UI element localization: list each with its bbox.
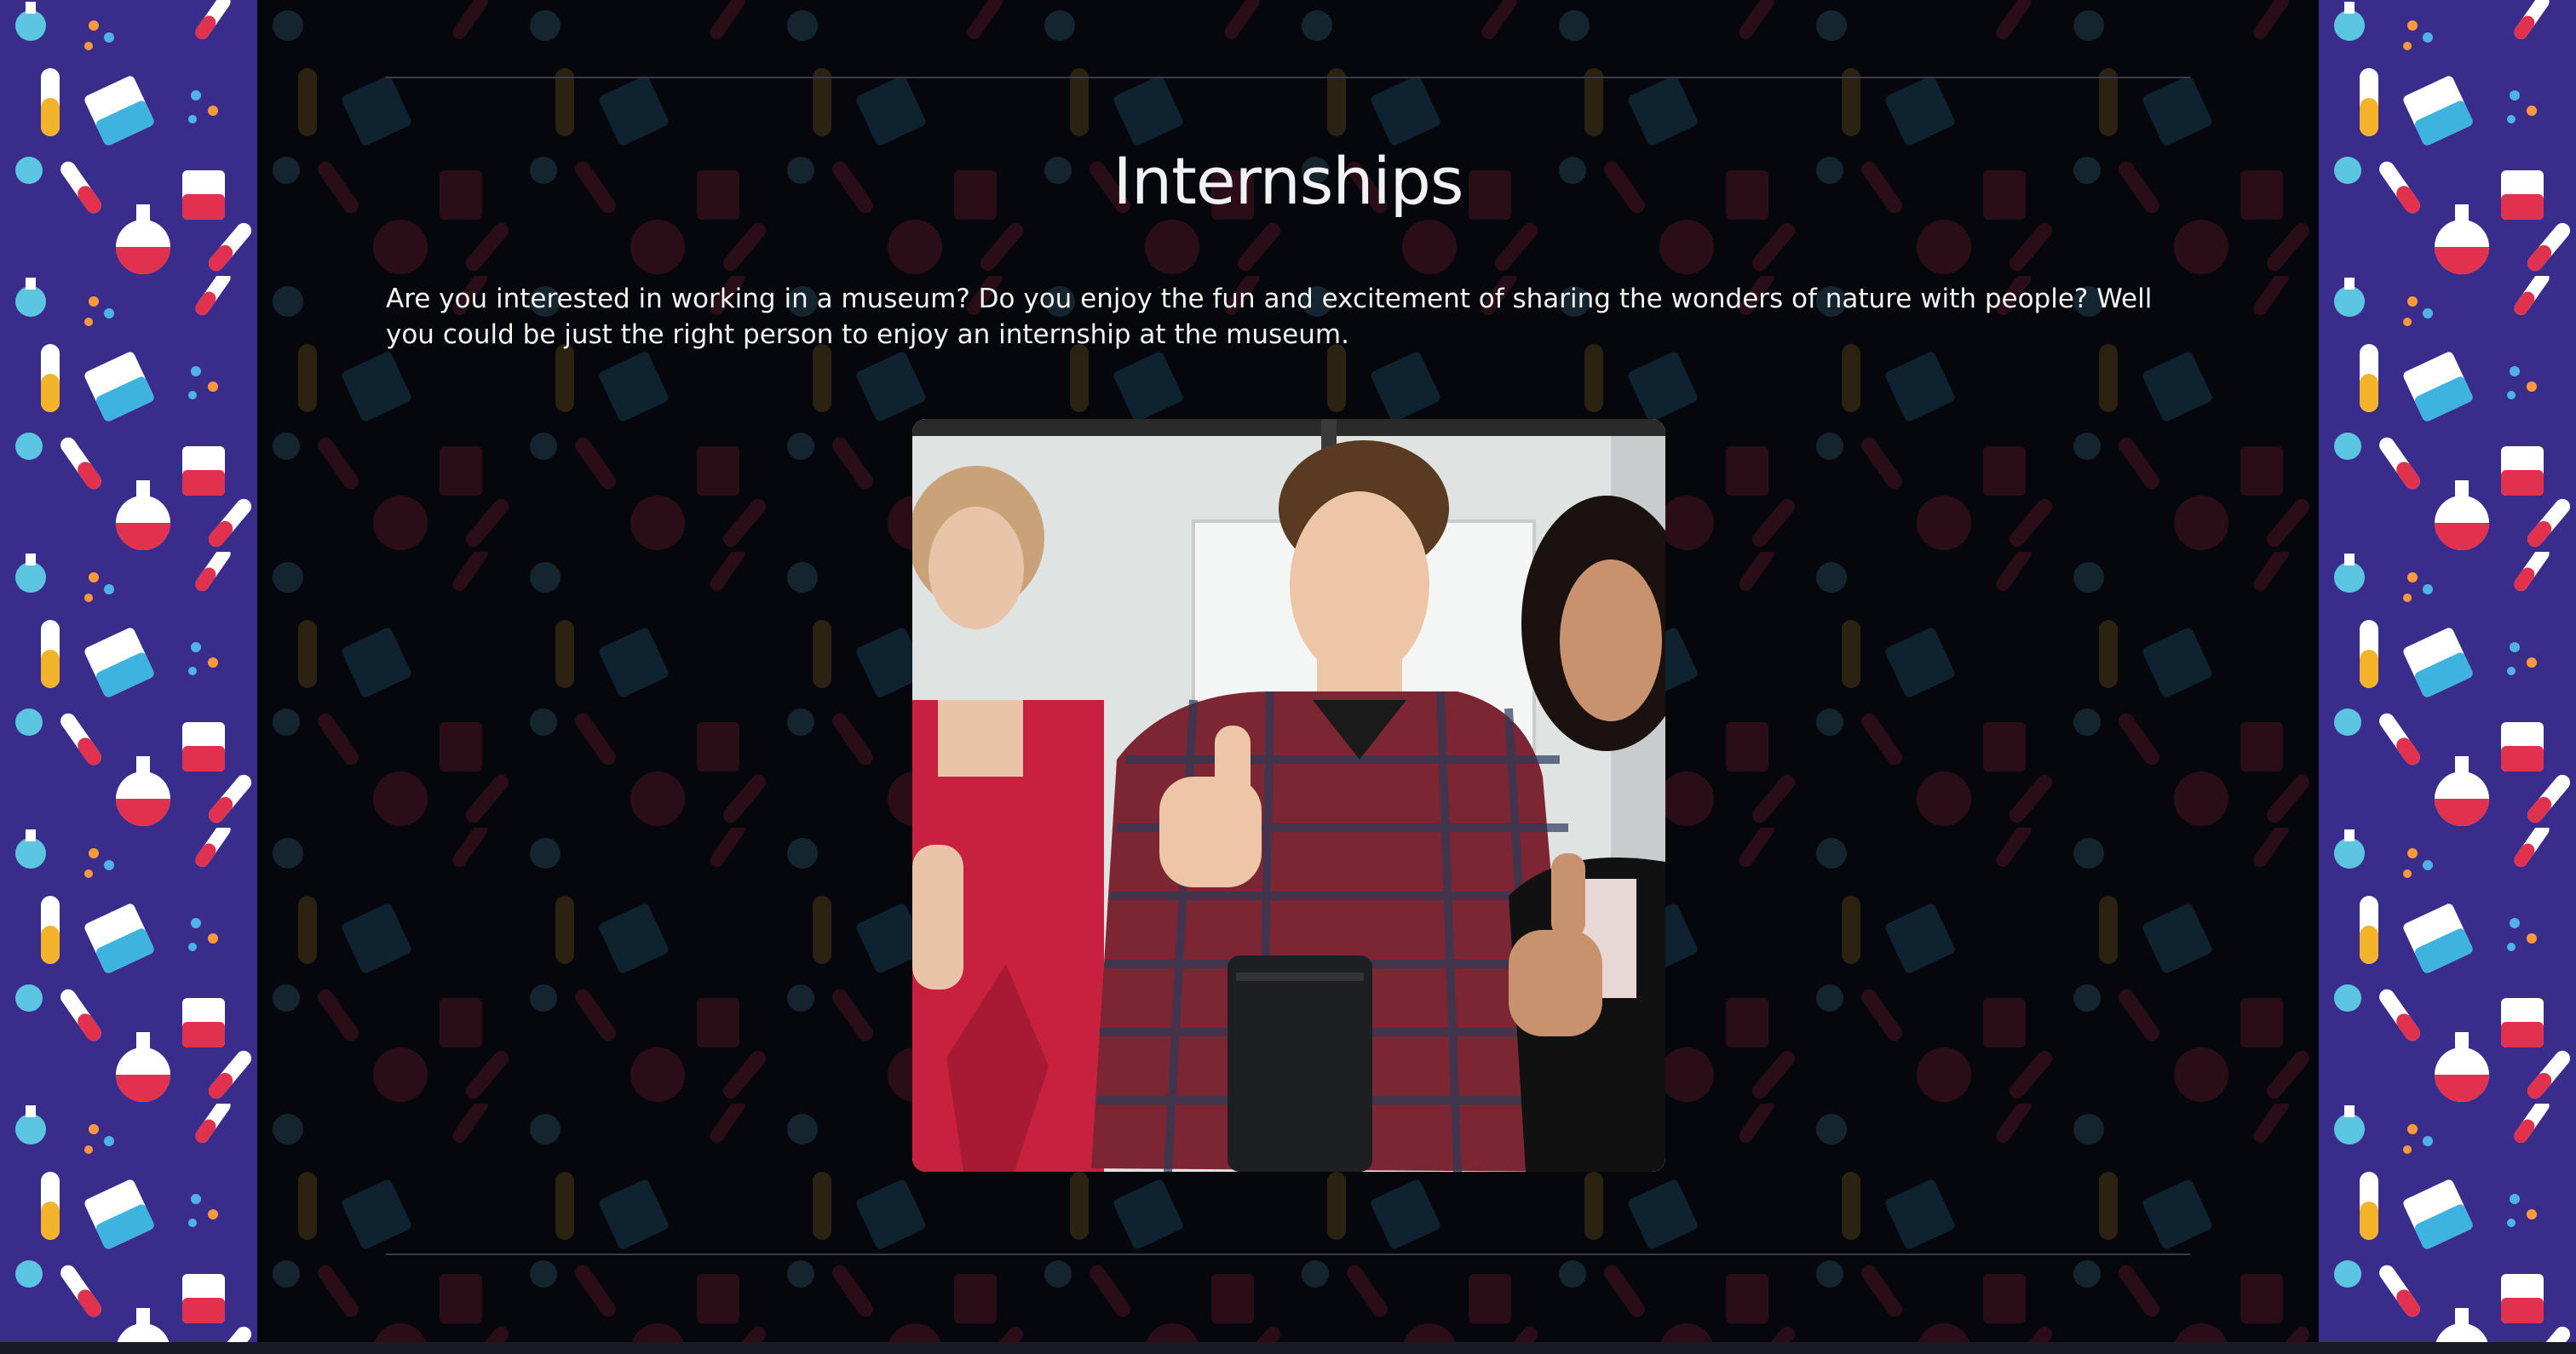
left-pattern-panel bbox=[0, 0, 257, 1342]
intro-paragraph: Are you interested in working in a museu… bbox=[386, 284, 2153, 350]
science-pattern-icon bbox=[2319, 0, 2576, 1342]
page: Internships Are you interested in workin… bbox=[0, 0, 2576, 1354]
interns-photo bbox=[912, 419, 1665, 1172]
page-title: Internships bbox=[1113, 143, 1464, 219]
science-pattern-icon bbox=[0, 0, 257, 1342]
main-content: Internships Are you interested in workin… bbox=[257, 0, 2319, 1354]
interns-thumbs-up-photo-icon bbox=[912, 419, 1665, 1172]
bottom-strip bbox=[0, 1342, 2576, 1354]
right-pattern-panel bbox=[2319, 0, 2576, 1342]
bottom-divider bbox=[386, 1254, 2190, 1255]
top-divider bbox=[386, 77, 2190, 78]
